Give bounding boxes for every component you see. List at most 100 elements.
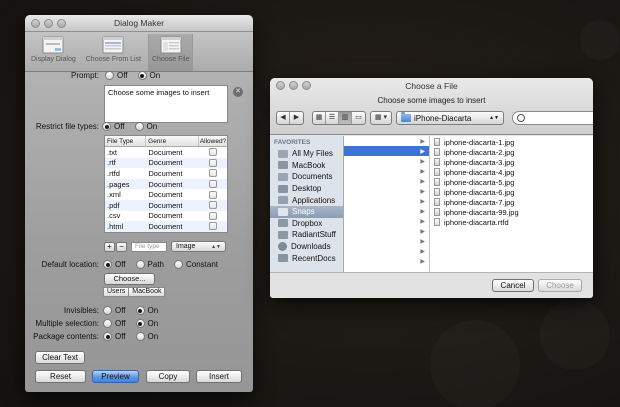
folder-row[interactable]: ▶	[344, 166, 429, 176]
allowed-checkbox[interactable]	[209, 222, 218, 231]
file-row[interactable]: iphone-diacarta-4.jpg	[430, 167, 593, 177]
location-path-radio[interactable]: Path	[135, 260, 164, 269]
browser-column-folders[interactable]: ▶ ▶ ▶ ▶ ▶ ▶ ▶ ▶ ▶ ▶ ▶ ▶ ▶	[344, 136, 430, 272]
table-row[interactable]: .html Document	[105, 221, 227, 232]
path-segment[interactable]: Users	[103, 287, 130, 297]
browser-column-files[interactable]: iphone-diacarta-1.jpg iphone-diacarta-2.…	[430, 136, 593, 272]
package-off-radio[interactable]: Off	[103, 332, 126, 341]
add-file-type-button[interactable]: +	[104, 241, 115, 252]
sidebar-item-all-my-files[interactable]: All My Files	[270, 148, 343, 160]
icon-view-icon[interactable]: ▦	[313, 112, 326, 124]
insert-button[interactable]: Insert	[196, 370, 242, 383]
sidebar-item-macbook[interactable]: MacBook	[270, 160, 343, 172]
sidebar-item-applications[interactable]: Applications	[270, 194, 343, 206]
folder-row[interactable]: ▶	[344, 156, 429, 166]
sidebar-item-dropbox[interactable]: Dropbox	[270, 218, 343, 230]
folder-row[interactable]: ▶	[344, 216, 429, 226]
file-row[interactable]: iphone-diacarta-99.jpg	[430, 207, 593, 217]
view-mode-control[interactable]: ▦ ☰ ▥ ▭	[312, 111, 366, 125]
location-constant-radio[interactable]: Constant	[174, 260, 218, 269]
table-row[interactable]: .rtf Document	[105, 157, 227, 169]
multiple-off-radio[interactable]: Off	[103, 319, 126, 328]
sidebar-item-downloads[interactable]: Downloads	[270, 241, 343, 253]
table-row[interactable]: .xml Document	[105, 189, 227, 200]
column-view-icon[interactable]: ▥	[339, 112, 352, 124]
folder-row[interactable]: ▶	[344, 176, 429, 186]
column-header[interactable]: Genre	[146, 136, 199, 146]
folder-row[interactable]: ▶	[344, 226, 429, 236]
list-view-icon[interactable]: ☰	[326, 112, 339, 124]
column-header[interactable]: Allowed?	[199, 136, 227, 146]
clear-text-button[interactable]: Clear Text	[35, 351, 85, 364]
file-row[interactable]: iphone-diacarta-1.jpg	[430, 137, 593, 147]
sidebar-item-desktop[interactable]: Desktop	[270, 183, 343, 195]
folder-row[interactable]: ▶	[344, 246, 429, 256]
file-row[interactable]: iphone-diacarta-3.jpg	[430, 157, 593, 167]
invisibles-on-radio[interactable]: On	[135, 306, 158, 315]
table-row[interactable]: .pdf Document	[105, 199, 227, 211]
location-popup[interactable]: iPhone-Diacarta ▲▼	[396, 111, 504, 125]
cancel-button[interactable]: Cancel	[492, 279, 534, 292]
close-window-button[interactable]	[276, 81, 285, 90]
choose-button[interactable]: Choose	[538, 279, 582, 292]
close-window-button[interactable]	[31, 19, 40, 28]
back-icon[interactable]: ◀	[277, 112, 290, 124]
file-type-input[interactable]: File type	[131, 241, 167, 252]
invisibles-off-radio[interactable]: Off	[103, 306, 126, 315]
allowed-checkbox[interactable]	[209, 169, 218, 178]
clear-prompt-icon[interactable]: ✕	[233, 87, 243, 97]
path-segment[interactable]: MacBook	[129, 287, 166, 297]
prompt-text-area[interactable]: Choose some images to insert	[104, 85, 228, 123]
arrange-control[interactable]: ▦ ▾	[370, 111, 392, 125]
preview-button[interactable]: Preview	[92, 370, 139, 383]
table-row[interactable]: .pages Document	[105, 178, 227, 190]
zoom-window-button[interactable]	[302, 81, 311, 90]
restrict-on-radio[interactable]: On	[134, 122, 157, 131]
toolbar-choose-file[interactable]: Choose File	[148, 34, 194, 71]
allowed-checkbox[interactable]	[209, 190, 218, 199]
sidebar-item-recentdocs[interactable]: RecentDocs	[270, 252, 343, 264]
allowed-checkbox[interactable]	[209, 148, 218, 157]
file-row[interactable]: iphone-diacarta-2.jpg	[430, 147, 593, 157]
search-field[interactable]	[512, 111, 593, 125]
table-row[interactable]: .csv Document	[105, 211, 227, 222]
forward-icon[interactable]: ▶	[290, 112, 303, 124]
back-forward-control[interactable]: ◀ ▶	[276, 111, 304, 125]
toolbar-display-dialog[interactable]: Display Dialog	[28, 34, 79, 71]
file-row[interactable]: iphone-diacarta.rtfd	[430, 217, 593, 227]
table-row[interactable]: .rtfd Document	[105, 168, 227, 179]
file-row[interactable]: iphone-diacarta-5.jpg	[430, 177, 593, 187]
reset-button[interactable]: Reset	[35, 370, 86, 383]
copy-button[interactable]: Copy	[146, 370, 190, 383]
choose-location-button[interactable]: Choose...	[104, 273, 155, 285]
prompt-off-radio[interactable]: Off	[105, 71, 128, 80]
folder-row[interactable]: ▶	[344, 186, 429, 196]
folder-row[interactable]: ▶	[344, 146, 429, 156]
location-off-radio[interactable]: Off	[103, 260, 126, 269]
table-row[interactable]: .txt Document	[105, 147, 227, 158]
column-header[interactable]: File Type	[105, 136, 147, 146]
folder-row[interactable]: ▶	[344, 236, 429, 246]
coverflow-view-icon[interactable]: ▭	[352, 112, 365, 124]
sidebar-item-documents[interactable]: Documents	[270, 171, 343, 183]
allowed-checkbox[interactable]	[209, 158, 218, 167]
allowed-checkbox[interactable]	[209, 180, 218, 189]
minimize-window-button[interactable]	[44, 19, 53, 28]
file-row[interactable]: iphone-diacarta-7.jpg	[430, 197, 593, 207]
sidebar-item-snaps[interactable]: Snaps	[270, 205, 343, 218]
allowed-checkbox[interactable]	[209, 201, 218, 210]
location-path-control[interactable]: Users MacBook	[103, 287, 166, 297]
folder-row[interactable]: ▶	[344, 206, 429, 216]
toolbar-choose-from-list[interactable]: Choose From List	[83, 34, 144, 71]
zoom-window-button[interactable]	[57, 19, 66, 28]
remove-file-type-button[interactable]: −	[116, 241, 127, 252]
file-row[interactable]: iphone-diacarta-6.jpg	[430, 187, 593, 197]
folder-row[interactable]: ▶	[344, 256, 429, 266]
prompt-on-radio[interactable]: On	[137, 71, 160, 80]
arrange-icon[interactable]: ▦ ▾	[371, 112, 391, 124]
folder-row[interactable]: ▶	[344, 136, 429, 146]
sidebar-item-radiantstuff[interactable]: RadiantStuff	[270, 229, 343, 241]
genre-select[interactable]: Image ▲▼	[171, 241, 226, 252]
package-on-radio[interactable]: On	[135, 332, 158, 341]
multiple-on-radio[interactable]: On	[135, 319, 158, 328]
